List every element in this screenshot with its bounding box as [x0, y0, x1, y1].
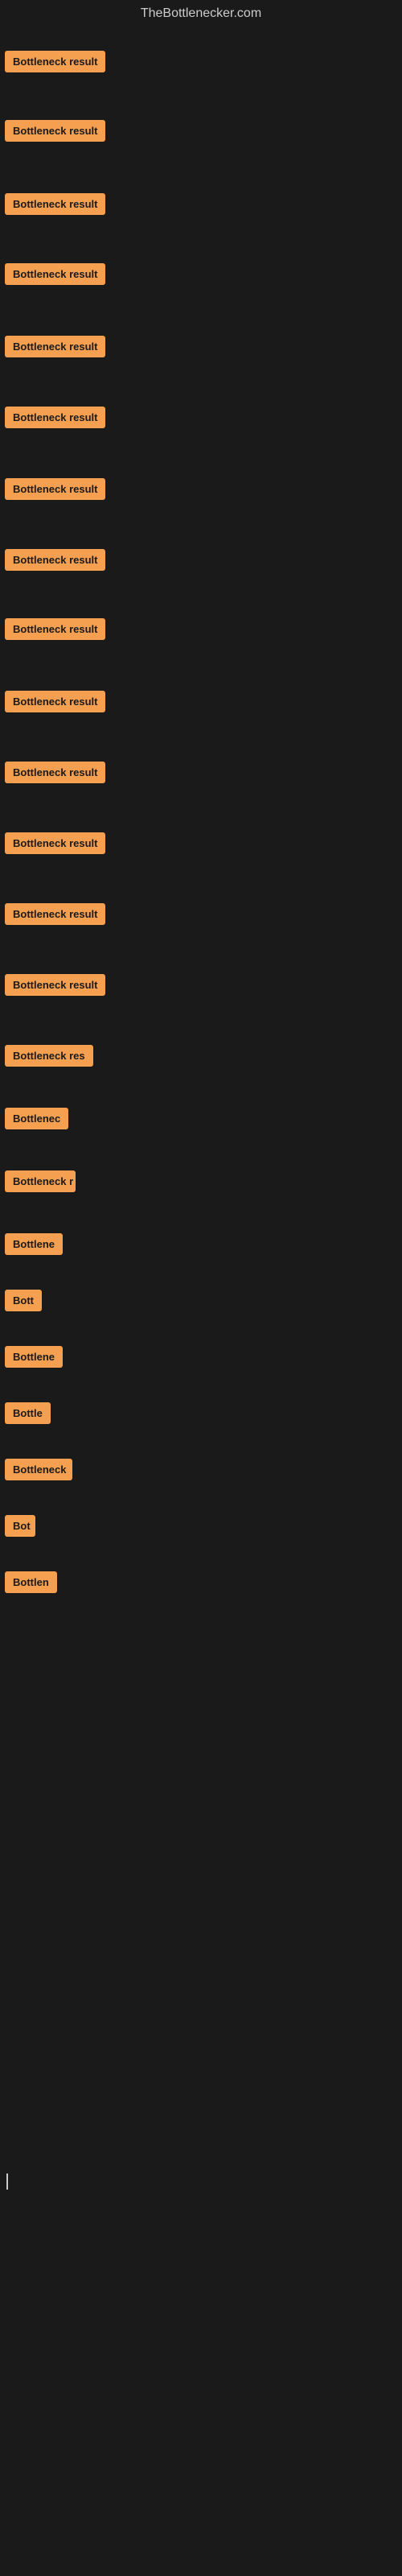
- bottleneck-item[interactable]: Bottle: [5, 1401, 51, 1430]
- bottleneck-item[interactable]: Bottleneck: [5, 1457, 72, 1486]
- bottleneck-item[interactable]: Bottlene: [5, 1344, 63, 1373]
- bottleneck-badge[interactable]: Bottlen: [5, 1571, 57, 1593]
- bottleneck-badge[interactable]: Bottleneck result: [5, 120, 105, 142]
- bottleneck-badge[interactable]: Bottleneck result: [5, 407, 105, 428]
- bottleneck-item[interactable]: Bottleneck res: [5, 1043, 93, 1072]
- bottleneck-badge[interactable]: Bottleneck result: [5, 336, 105, 357]
- bottleneck-badge[interactable]: Bottleneck result: [5, 51, 105, 72]
- bottleneck-badge[interactable]: Bottleneck result: [5, 691, 105, 712]
- bottleneck-item[interactable]: Bottlene: [5, 1232, 63, 1261]
- bottleneck-item[interactable]: Bottleneck result: [5, 831, 105, 860]
- bottleneck-item[interactable]: Bottleneck result: [5, 334, 105, 363]
- bottleneck-item[interactable]: Bottleneck result: [5, 760, 105, 789]
- bottleneck-badge[interactable]: Bottleneck result: [5, 832, 105, 854]
- bottleneck-item[interactable]: Bottleneck result: [5, 617, 105, 646]
- bottleneck-badge[interactable]: Bottleneck result: [5, 903, 105, 925]
- bottleneck-item[interactable]: Bottleneck result: [5, 49, 105, 78]
- bottleneck-badge[interactable]: Bottleneck result: [5, 762, 105, 783]
- bottleneck-item[interactable]: Bottleneck result: [5, 972, 105, 1001]
- cursor-line: [6, 2174, 8, 2190]
- bottleneck-item[interactable]: Bottleneck result: [5, 118, 105, 147]
- bottleneck-item[interactable]: Bottleneck result: [5, 902, 105, 931]
- site-title: TheBottlenecker.com: [0, 0, 402, 24]
- bottleneck-badge[interactable]: Bot: [5, 1515, 35, 1537]
- bottleneck-item[interactable]: Bottleneck result: [5, 547, 105, 576]
- bottleneck-badge[interactable]: Bottleneck r: [5, 1170, 76, 1192]
- bottleneck-badge[interactable]: Bottleneck result: [5, 263, 105, 285]
- bottleneck-badge[interactable]: Bottleneck result: [5, 478, 105, 500]
- bottleneck-badge[interactable]: Bottleneck: [5, 1459, 72, 1480]
- bottleneck-item[interactable]: Bottleneck result: [5, 192, 105, 221]
- bottleneck-item[interactable]: Bottleneck r: [5, 1169, 76, 1198]
- bottleneck-badge[interactable]: Bottleneck result: [5, 549, 105, 571]
- site-header: TheBottlenecker.com: [0, 0, 402, 24]
- bottleneck-item[interactable]: Bottleneck result: [5, 477, 105, 506]
- bottleneck-item[interactable]: Bottlen: [5, 1570, 57, 1599]
- bottleneck-badge[interactable]: Bottleneck result: [5, 193, 105, 215]
- bottleneck-item[interactable]: Bottleneck result: [5, 405, 105, 434]
- bottleneck-badge[interactable]: Bottleneck result: [5, 618, 105, 640]
- bottleneck-badge[interactable]: Bottlenec: [5, 1108, 68, 1129]
- bottleneck-badge[interactable]: Bottleneck result: [5, 974, 105, 996]
- bottleneck-badge[interactable]: Bottlene: [5, 1233, 63, 1255]
- bottleneck-badge[interactable]: Bottle: [5, 1402, 51, 1424]
- bottleneck-item[interactable]: Bottlenec: [5, 1106, 68, 1135]
- bottleneck-item[interactable]: Bottleneck result: [5, 262, 105, 291]
- bottleneck-badge[interactable]: Bottlene: [5, 1346, 63, 1368]
- bottleneck-badge[interactable]: Bott: [5, 1290, 42, 1311]
- bottleneck-item[interactable]: Bot: [5, 1513, 35, 1542]
- bottleneck-item[interactable]: Bott: [5, 1288, 42, 1317]
- bottleneck-badge[interactable]: Bottleneck res: [5, 1045, 93, 1067]
- bottleneck-item[interactable]: Bottleneck result: [5, 689, 105, 718]
